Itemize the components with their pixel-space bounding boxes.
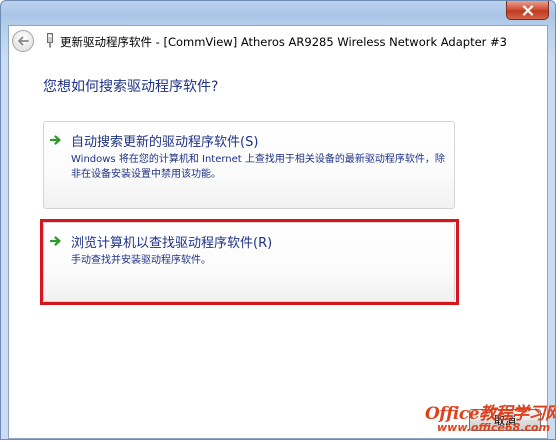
watermark-url: www.office68.com (437, 421, 551, 434)
watermark: Office教程学习网 www.office68.com (425, 399, 555, 439)
auto-search-option[interactable]: 自动搜索更新的驱动程序软件(S) Windows 将在您的计算机和 Intern… (43, 121, 455, 209)
highlight-box (40, 219, 459, 305)
close-icon (522, 4, 533, 16)
wizard-content: 更新驱动程序软件 - [CommView] Atheros AR9285 Wir… (8, 25, 548, 439)
update-driver-window: 更新驱动程序软件 - [CommView] Atheros AR9285 Wir… (0, 0, 556, 440)
device-icon (47, 33, 53, 48)
option-title: 自动搜索更新的驱动程序软件(S) (71, 135, 259, 150)
window-title: 更新驱动程序软件 - [CommView] Atheros AR9285 Wir… (60, 35, 507, 49)
title-bar (1, 1, 555, 25)
wizard-header: 更新驱动程序软件 - [CommView] Atheros AR9285 Wir… (9, 26, 547, 56)
green-arrow-icon (50, 135, 61, 145)
back-button[interactable] (12, 30, 34, 52)
close-button[interactable] (506, 1, 549, 20)
back-arrow-icon (18, 36, 29, 46)
page-heading: 您想如何搜索驱动程序软件? (43, 79, 219, 95)
option-description: Windows 将在您的计算机和 Internet 上查找用于相关设备的最新驱动… (71, 154, 445, 180)
